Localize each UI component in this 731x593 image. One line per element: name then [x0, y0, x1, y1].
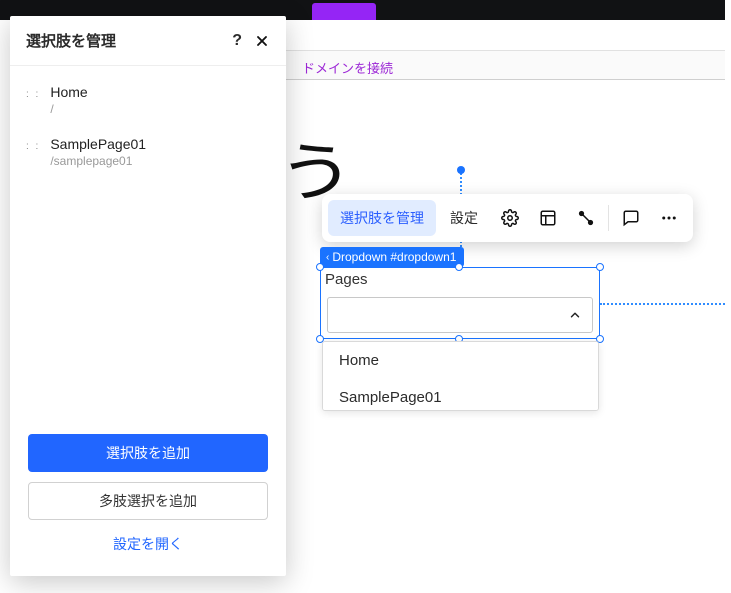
close-icon[interactable] — [254, 33, 270, 49]
gear-icon[interactable] — [492, 200, 528, 236]
add-option-button[interactable]: 選択肢を追加 — [28, 434, 268, 472]
connect-domain-link[interactable]: ドメインを接続 — [302, 61, 393, 76]
manage-options-button[interactable]: 選択肢を管理 — [328, 200, 436, 236]
option-path: / — [50, 102, 87, 116]
dropdown-label: Pages — [325, 271, 368, 288]
element-floating-toolbar: 選択肢を管理 設定 — [322, 194, 693, 242]
resize-handle[interactable] — [455, 263, 463, 271]
add-multiselect-button[interactable]: 多肢選択を追加 — [28, 482, 268, 520]
element-tag[interactable]: ‹ Dropdown #dropdown1 — [320, 247, 464, 267]
dropdown-option[interactable]: Home — [323, 342, 598, 379]
more-icon[interactable] — [651, 200, 687, 236]
top-bar-accent — [312, 3, 376, 20]
canvas-horizontal-guide — [600, 303, 725, 305]
layout-icon[interactable] — [530, 200, 566, 236]
panel-title: 選択肢を管理 — [26, 30, 116, 51]
dropdown-option[interactable]: SamplePage01 — [323, 379, 598, 411]
animation-icon[interactable] — [568, 200, 604, 236]
list-item[interactable]: : : SamplePage01 /samplepage01 — [22, 126, 274, 178]
dropdown-menu: Home SamplePage01 — [322, 341, 599, 411]
panel-footer: 選択肢を追加 多肢選択を追加 設定を開く — [10, 422, 286, 576]
toolbar-separator — [608, 205, 609, 231]
chevron-left-icon: ‹ — [326, 252, 329, 263]
drag-handle-icon[interactable]: : : — [26, 136, 40, 168]
list-item[interactable]: : : Home / — [22, 74, 274, 126]
option-path: /samplepage01 — [50, 154, 146, 168]
element-tag-label: Dropdown #dropdown1 — [332, 250, 456, 264]
connect-domain-bar[interactable]: ドメインを接続 — [286, 50, 725, 80]
resize-handle[interactable] — [316, 263, 324, 271]
help-icon[interactable]: ? — [232, 32, 242, 50]
option-label: Home — [50, 84, 87, 100]
drag-handle-icon[interactable]: : : — [26, 84, 40, 116]
settings-button[interactable]: 設定 — [438, 200, 490, 236]
option-label: SamplePage01 — [50, 136, 146, 152]
resize-handle[interactable] — [596, 263, 604, 271]
manage-options-panel: 選択肢を管理 ? : : Home / : : SamplePage01 /sa… — [10, 16, 286, 576]
options-list: : : Home / : : SamplePage01 /samplepage0… — [10, 66, 286, 422]
chevron-up-icon — [568, 308, 582, 322]
open-settings-link[interactable]: 設定を開く — [28, 530, 268, 558]
panel-header: 選択肢を管理 ? — [10, 16, 286, 66]
selected-dropdown-element[interactable]: Pages — [320, 267, 600, 339]
comment-icon[interactable] — [613, 200, 649, 236]
dropdown-field[interactable] — [327, 297, 593, 333]
